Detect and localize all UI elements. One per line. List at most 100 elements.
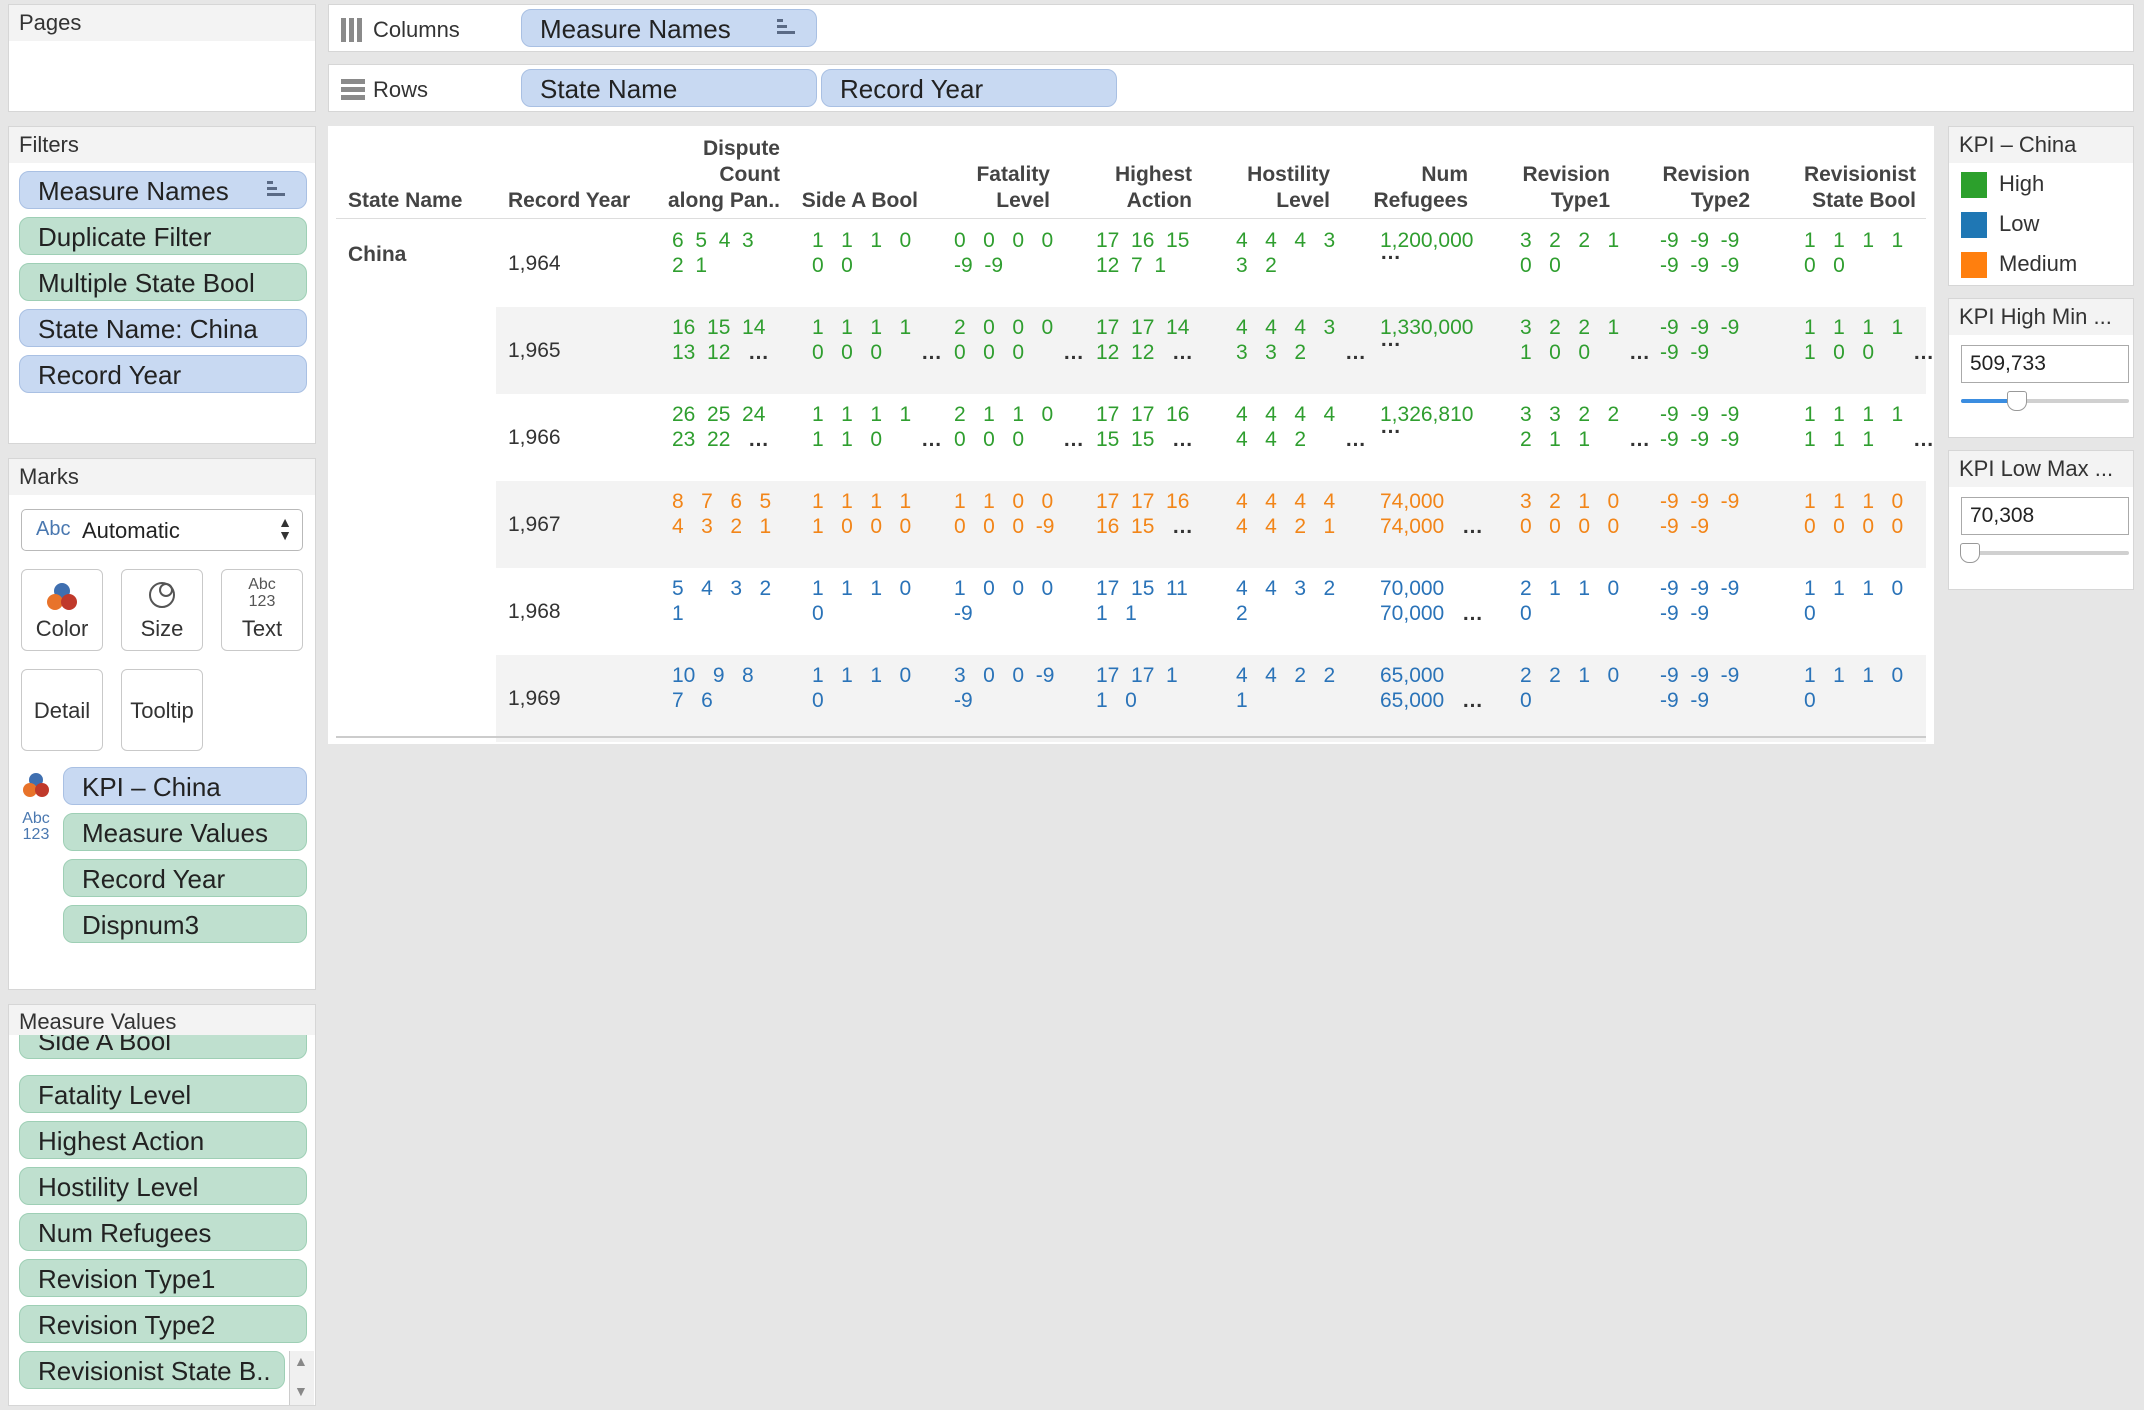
- table-cell-revision-type1[interactable]: 2 1 1 00: [1520, 576, 1619, 626]
- record-year-cell[interactable]: 1,968: [508, 600, 561, 624]
- marks-field-record-year[interactable]: Record Year: [63, 859, 307, 897]
- kpi-low-slider-thumb[interactable]: [1960, 543, 1980, 563]
- table-cell-hostility-level[interactable]: 4 4 3 22: [1236, 576, 1335, 626]
- header-dispute-count[interactable]: Dispute Count along Pan..: [658, 136, 780, 214]
- kpi-high-slider-thumb[interactable]: [2007, 391, 2027, 411]
- more-values-ellipsis[interactable]: …: [1345, 340, 1366, 365]
- more-values-ellipsis[interactable]: …: [1172, 427, 1193, 452]
- kpi-high-input[interactable]: 509,733: [1961, 345, 2129, 383]
- state-name-china[interactable]: China: [348, 242, 406, 268]
- more-values-ellipsis[interactable]: …: [921, 340, 942, 365]
- table-cell-fatality-level[interactable]: 1 0 0 0 -9: [954, 576, 1053, 626]
- record-year-cell[interactable]: 1,966: [508, 426, 561, 450]
- kpi-low-input[interactable]: 70,308: [1961, 497, 2129, 535]
- more-values-ellipsis[interactable]: …: [1380, 240, 1401, 265]
- table-cell-dispute-count[interactable]: 8 7 6 54 3 2 1: [672, 489, 771, 539]
- more-values-ellipsis[interactable]: …: [748, 340, 769, 365]
- more-values-ellipsis[interactable]: …: [1629, 427, 1650, 452]
- legend-item-medium[interactable]: Medium: [1961, 249, 2077, 279]
- table-cell-side-a-bool[interactable]: 1 1 1 10 0 0: [812, 315, 911, 365]
- more-values-ellipsis[interactable]: …: [1345, 427, 1366, 452]
- more-values-ellipsis[interactable]: …: [748, 427, 769, 452]
- table-cell-revision-type1[interactable]: 2 2 1 00: [1520, 663, 1619, 713]
- more-values-ellipsis[interactable]: …: [1462, 514, 1483, 539]
- table-cell-side-a-bool[interactable]: 1 1 1 11 0 0 0: [812, 489, 911, 539]
- more-values-ellipsis[interactable]: …: [1380, 414, 1401, 439]
- scrollbar[interactable]: ▲ ▼: [289, 1351, 314, 1405]
- more-values-ellipsis[interactable]: …: [1629, 340, 1650, 365]
- table-cell-side-a-bool[interactable]: 1 1 1 00: [812, 576, 911, 626]
- header-side-a-bool[interactable]: Side A Bool: [788, 188, 918, 214]
- table-cell-revision-type2[interactable]: -9 -9 -9 -9 -9: [1660, 576, 1739, 626]
- measure-value-num-refugees[interactable]: Num Refugees: [19, 1213, 307, 1251]
- measure-value-hostility-level[interactable]: Hostility Level: [19, 1167, 307, 1205]
- table-cell-num-refugees[interactable]: 70,000 70,000: [1380, 576, 1444, 626]
- measure-value-fatality-level[interactable]: Fatality Level: [19, 1075, 307, 1113]
- measure-value-revision-type2[interactable]: Revision Type2: [19, 1305, 307, 1343]
- more-values-ellipsis[interactable]: …: [1063, 427, 1084, 452]
- table-cell-num-refugees[interactable]: 65,000 65,000: [1380, 663, 1444, 713]
- table-cell-revision-type2[interactable]: -9 -9 -9 -9 -9 -9: [1660, 228, 1739, 278]
- record-year-cell[interactable]: 1,969: [508, 687, 561, 711]
- scroll-up-icon[interactable]: ▲: [294, 1353, 308, 1369]
- record-year-cell[interactable]: 1,967: [508, 513, 561, 537]
- legend-item-low[interactable]: Low: [1961, 209, 2039, 239]
- table-cell-revision-type2[interactable]: -9 -9 -9 -9 -9: [1660, 489, 1739, 539]
- measure-value-highest-action[interactable]: Highest Action: [19, 1121, 307, 1159]
- table-cell-revision-type1[interactable]: 3 2 2 10 0: [1520, 228, 1619, 278]
- more-values-ellipsis[interactable]: …: [1172, 340, 1193, 365]
- table-cell-highest-action[interactable]: 17 17 11 0: [1096, 663, 1178, 713]
- table-cell-revisionist-state-bool[interactable]: 1 1 1 00: [1804, 663, 1903, 713]
- table-cell-side-a-bool[interactable]: 1 1 1 00 0: [812, 228, 911, 278]
- table-cell-revision-type2[interactable]: -9 -9 -9 -9 -9 -9: [1660, 402, 1739, 452]
- table-cell-revisionist-state-bool[interactable]: 1 1 1 00 0 0 0: [1804, 489, 1903, 539]
- filter-multiple-state-bool[interactable]: Multiple State Bool: [19, 263, 307, 301]
- more-values-ellipsis[interactable]: …: [1462, 601, 1483, 626]
- filter-record-year[interactable]: Record Year: [19, 355, 307, 393]
- measure-value-revisionist-state-bool[interactable]: Revisionist State B..: [19, 1351, 285, 1389]
- table-cell-revision-type1[interactable]: 3 2 1 00 0 0 0: [1520, 489, 1619, 539]
- header-record-year[interactable]: Record Year: [508, 188, 630, 214]
- table-cell-dispute-count[interactable]: 5 4 3 21: [672, 576, 771, 626]
- table-cell-side-a-bool[interactable]: 1 1 1 00: [812, 663, 911, 713]
- color-button[interactable]: Color: [21, 569, 103, 651]
- table-cell-revisionist-state-bool[interactable]: 1 1 1 11 1 1: [1804, 402, 1903, 452]
- more-values-ellipsis[interactable]: …: [1380, 327, 1401, 352]
- measure-value-revision-type1[interactable]: Revision Type1: [19, 1259, 307, 1297]
- table-cell-fatality-level[interactable]: 0 0 0 0 -9 -9: [954, 228, 1053, 278]
- table-cell-revisionist-state-bool[interactable]: 1 1 1 10 0: [1804, 228, 1903, 278]
- table-cell-fatality-level[interactable]: 2 1 1 00 0 0: [954, 402, 1053, 452]
- header-revision-type2[interactable]: Revision Type2: [1620, 162, 1750, 214]
- rows-pill-record-year[interactable]: Record Year: [821, 69, 1117, 107]
- more-values-ellipsis[interactable]: …: [1913, 427, 1934, 452]
- marks-field-measure-values[interactable]: Measure Values: [63, 813, 307, 851]
- header-revisionist-state-bool[interactable]: Revisionist State Bool: [1760, 162, 1916, 214]
- legend-item-high[interactable]: High: [1961, 169, 2044, 199]
- header-hostility-level[interactable]: Hostility Level: [1204, 162, 1330, 214]
- tooltip-button[interactable]: Tooltip: [121, 669, 203, 751]
- filter-measure-names[interactable]: Measure Names: [19, 171, 307, 209]
- table-cell-num-refugees[interactable]: 74,000 74,000: [1380, 489, 1444, 539]
- table-cell-side-a-bool[interactable]: 1 1 1 11 1 0: [812, 402, 911, 452]
- table-cell-highest-action[interactable]: 17 15 11 1 1: [1096, 576, 1188, 626]
- header-highest-action[interactable]: Highest Action: [1064, 162, 1192, 214]
- filter-duplicate-filter[interactable]: Duplicate Filter: [19, 217, 307, 255]
- table-cell-highest-action[interactable]: 17 16 15 12 7 1: [1096, 228, 1189, 278]
- more-values-ellipsis[interactable]: …: [1172, 514, 1193, 539]
- table-cell-hostility-level[interactable]: 4 4 4 33 2: [1236, 228, 1335, 278]
- table-cell-dispute-count[interactable]: 6 5 4 32 1: [672, 228, 754, 278]
- kpi-high-slider-track[interactable]: [1961, 391, 2129, 411]
- header-num-refugees[interactable]: Num Refugees: [1344, 162, 1468, 214]
- more-values-ellipsis[interactable]: …: [1913, 340, 1934, 365]
- table-cell-revision-type1[interactable]: 3 2 2 11 0 0: [1520, 315, 1619, 365]
- rows-pill-state-name[interactable]: State Name: [521, 69, 817, 107]
- detail-button[interactable]: Detail: [21, 669, 103, 751]
- scroll-down-icon[interactable]: ▼: [294, 1383, 308, 1399]
- marks-field-dispnum3[interactable]: Dispnum3: [63, 905, 307, 943]
- header-fatality-level[interactable]: Fatality Level: [924, 162, 1050, 214]
- text-button[interactable]: Abc 123 Text: [221, 569, 303, 651]
- mark-type-select[interactable]: Abc Automatic ▲ ▼: [21, 509, 303, 551]
- table-cell-dispute-count[interactable]: 10 9 87 6: [672, 663, 754, 713]
- rows-shelf[interactable]: Rows State Name Record Year: [328, 64, 2134, 112]
- table-cell-revisionist-state-bool[interactable]: 1 1 1 00: [1804, 576, 1903, 626]
